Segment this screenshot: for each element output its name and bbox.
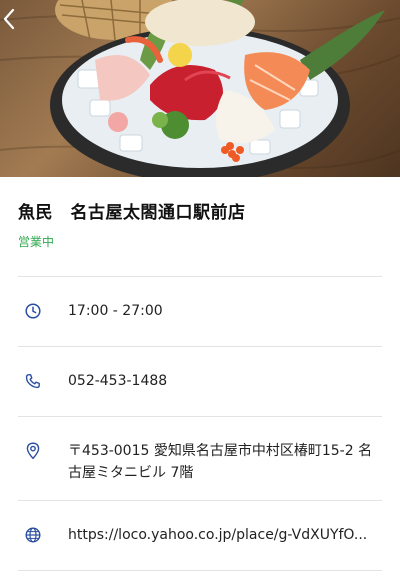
website-link[interactable]: https://loco.yahoo.co.jp/place/g-VdXUYfO… [68, 524, 382, 546]
shop-photo [0, 0, 400, 177]
clock-icon [24, 302, 42, 320]
phone-number: 052-453-1488 [68, 373, 168, 389]
hours-text: 17:00 - 27:00 [68, 303, 163, 319]
phone-icon [24, 372, 42, 390]
address-row[interactable]: 〒453-0015 愛知県名古屋市中村区椿町15-2 名古屋ミタニビル 7階 [0, 440, 400, 484]
location-pin-icon [24, 442, 42, 460]
address-text: 〒453-0015 愛知県名古屋市中村区椿町15-2 名古屋ミタニビル 7階 [68, 443, 373, 481]
shop-header: 魚民 名古屋太閤通口駅前店 営業中 [18, 200, 382, 250]
globe-icon [24, 526, 42, 544]
divider [18, 500, 382, 501]
divider [18, 570, 382, 571]
shop-name: 魚民 名古屋太閤通口駅前店 [18, 203, 246, 223]
hours-row[interactable]: 17:00 - 27:00 [0, 300, 400, 322]
open-status-badge: 営業中 [18, 235, 55, 249]
website-row[interactable]: https://loco.yahoo.co.jp/place/g-VdXUYfO… [0, 524, 400, 546]
chevron-left-icon [3, 8, 15, 30]
phone-row[interactable]: 052-453-1488 [0, 370, 400, 392]
sashimi-platter-illustration [0, 0, 400, 177]
back-button[interactable] [2, 8, 32, 42]
divider [18, 276, 382, 277]
divider [18, 346, 382, 347]
divider [18, 416, 382, 417]
